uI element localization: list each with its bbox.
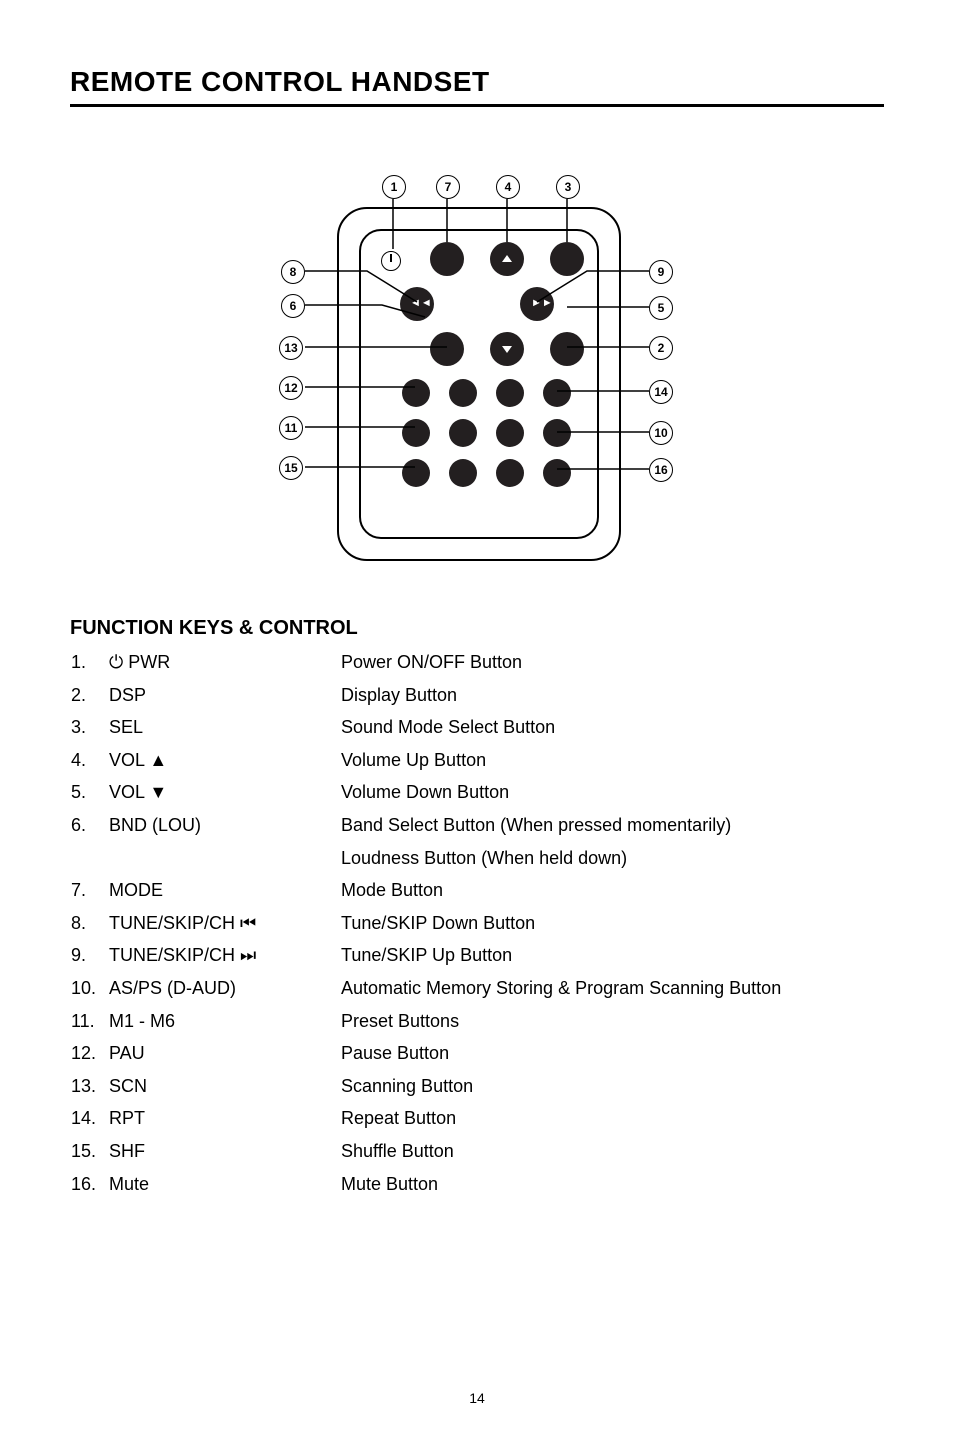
function-row: 1.⏻ PWRPower ON/OFF Button	[70, 646, 884, 679]
page-title: REMOTE CONTROL HANDSET	[70, 66, 884, 98]
function-desc: Loudness Button (When held down)	[340, 842, 884, 875]
function-desc: Tune/SKIP Up Button	[340, 939, 884, 972]
function-key: AS/PS (D-AUD)	[108, 972, 340, 1005]
function-key: SCN	[108, 1070, 340, 1103]
function-row: 10.AS/PS (D-AUD)Automatic Memory Storing…	[70, 972, 884, 1005]
function-desc: Automatic Memory Storing & Program Scann…	[340, 972, 884, 1005]
callout: 15	[279, 456, 303, 480]
function-key	[108, 842, 340, 875]
function-desc: Volume Down Button	[340, 776, 884, 809]
function-key: MODE	[108, 874, 340, 907]
function-desc: Mute Button	[340, 1168, 884, 1201]
function-number: 15.	[70, 1135, 108, 1168]
function-number: 5.	[70, 776, 108, 809]
callout: 2	[649, 336, 673, 360]
function-row: Loudness Button (When held down)	[70, 842, 884, 875]
callout: 8	[281, 260, 305, 284]
function-key: PAU	[108, 1037, 340, 1070]
function-number: 16.	[70, 1168, 108, 1201]
function-key: BND (LOU)	[108, 809, 340, 842]
leader-lines	[197, 147, 757, 577]
page-number: 14	[0, 1390, 954, 1406]
callout: 11	[279, 416, 303, 440]
function-number	[70, 842, 108, 875]
function-key: DSP	[108, 679, 340, 712]
function-desc: Preset Buttons	[340, 1005, 884, 1038]
callout: 7	[436, 175, 460, 199]
function-table: 1.⏻ PWRPower ON/OFF Button2.DSPDisplay B…	[70, 646, 884, 1200]
function-number: 6.	[70, 809, 108, 842]
callout: 9	[649, 260, 673, 284]
title-rule	[70, 104, 884, 107]
function-key: SEL	[108, 711, 340, 744]
function-number: 13.	[70, 1070, 108, 1103]
callout: 14	[649, 380, 673, 404]
function-row: 12.PAUPause Button	[70, 1037, 884, 1070]
callout: 3	[556, 175, 580, 199]
function-row: 2.DSPDisplay Button	[70, 679, 884, 712]
function-row: 4.VOL ▲Volume Up Button	[70, 744, 884, 777]
remote-diagram: ◄◄ ►►	[197, 147, 757, 577]
function-row: 14.RPTRepeat Button	[70, 1102, 884, 1135]
function-number: 8.	[70, 907, 108, 940]
function-desc: Display Button	[340, 679, 884, 712]
diagram-section: ◄◄ ►►	[70, 147, 884, 577]
function-desc: Volume Up Button	[340, 744, 884, 777]
page: REMOTE CONTROL HANDSET ◄◄ ►►	[0, 0, 954, 1432]
function-number: 7.	[70, 874, 108, 907]
function-number: 2.	[70, 679, 108, 712]
function-desc: Pause Button	[340, 1037, 884, 1070]
function-key: TUNE/SKIP/CH ⏭	[108, 939, 340, 972]
callout: 6	[281, 294, 305, 318]
function-key: SHF	[108, 1135, 340, 1168]
function-number: 3.	[70, 711, 108, 744]
function-key: RPT	[108, 1102, 340, 1135]
callout: 12	[279, 376, 303, 400]
function-number: 14.	[70, 1102, 108, 1135]
function-key: VOL ▲	[108, 744, 340, 777]
function-number: 1.	[70, 646, 108, 679]
callout: 5	[649, 296, 673, 320]
function-desc: Band Select Button (When pressed momenta…	[340, 809, 884, 842]
callout: 13	[279, 336, 303, 360]
function-key: TUNE/SKIP/CH ⏮	[108, 907, 340, 940]
function-row: 16.MuteMute Button	[70, 1168, 884, 1201]
function-row: 13.SCNScanning Button	[70, 1070, 884, 1103]
function-key: ⏻ PWR	[108, 646, 340, 679]
function-row: 8.TUNE/SKIP/CH ⏮Tune/SKIP Down Button	[70, 907, 884, 940]
function-number: 11.	[70, 1005, 108, 1038]
function-number: 12.	[70, 1037, 108, 1070]
function-desc: Tune/SKIP Down Button	[340, 907, 884, 940]
function-number: 10.	[70, 972, 108, 1005]
function-row: 5.VOL ▼Volume Down Button	[70, 776, 884, 809]
function-row: 6.BND (LOU)Band Select Button (When pres…	[70, 809, 884, 842]
function-row: 11.M1 - M6Preset Buttons	[70, 1005, 884, 1038]
function-desc: Shuffle Button	[340, 1135, 884, 1168]
function-number: 9.	[70, 939, 108, 972]
function-row: 3.SELSound Mode Select Button	[70, 711, 884, 744]
callout: 16	[649, 458, 673, 482]
function-desc: Power ON/OFF Button	[340, 646, 884, 679]
function-desc: Sound Mode Select Button	[340, 711, 884, 744]
callout: 1	[382, 175, 406, 199]
function-desc: Repeat Button	[340, 1102, 884, 1135]
function-row: 15.SHFShuffle Button	[70, 1135, 884, 1168]
function-number: 4.	[70, 744, 108, 777]
function-key: Mute	[108, 1168, 340, 1201]
function-desc: Mode Button	[340, 874, 884, 907]
function-key: VOL ▼	[108, 776, 340, 809]
callout: 4	[496, 175, 520, 199]
callout: 10	[649, 421, 673, 445]
function-key: M1 - M6	[108, 1005, 340, 1038]
section-subhead: FUNCTION KEYS & CONTROL	[70, 617, 884, 640]
function-row: 7.MODEMode Button	[70, 874, 884, 907]
function-row: 9.TUNE/SKIP/CH ⏭Tune/SKIP Up Button	[70, 939, 884, 972]
function-desc: Scanning Button	[340, 1070, 884, 1103]
